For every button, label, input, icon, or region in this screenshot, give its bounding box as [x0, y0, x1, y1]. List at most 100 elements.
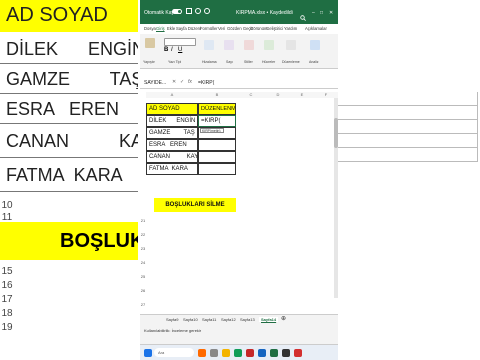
col-header-e[interactable]: E — [290, 92, 315, 98]
cell-a5[interactable]: CANAN KAYA — [146, 151, 198, 163]
comments-button[interactable]: Açıklamalar — [305, 26, 327, 31]
styles-label: Stiller — [244, 60, 253, 64]
cell-b6[interactable] — [198, 163, 236, 175]
sheet-tab[interactable]: Sayfa10 — [183, 317, 198, 322]
minimize-icon[interactable]: – — [312, 10, 315, 16]
bg-row-number: 10 — [1, 200, 13, 211]
windows-icon[interactable] — [144, 349, 152, 357]
status-text: Kullanılabilirlik: İnceleme gerekir — [144, 328, 202, 333]
app-icon[interactable] — [282, 349, 290, 357]
sheet-tab[interactable]: Sayfa9 — [166, 317, 178, 322]
font-box[interactable] — [164, 38, 196, 46]
status-bar: Kullanılabilirlik: İnceleme gerekir — [140, 324, 338, 344]
sheet-tab-active[interactable]: Sayfa14 — [259, 317, 279, 322]
cell-a2[interactable]: DİLEK ENGİN — [146, 115, 198, 127]
paste-label: Yapıştır — [143, 60, 155, 64]
bg-row-number: 15 — [1, 266, 13, 277]
sheet-tab[interactable]: Sayfa11 — [202, 317, 216, 322]
scroll-thumb[interactable] — [334, 118, 338, 148]
row-number[interactable]: 21 — [140, 218, 146, 223]
sheet-tab[interactable]: Sayfa12 — [221, 317, 236, 322]
tab-sayfa-duzeni[interactable]: Sayfa Düzeni — [176, 26, 201, 31]
sheet-grid: A B C D E F AD SOYAD DÜZENLENMİŞ DİLEK E… — [140, 92, 338, 314]
redo-icon[interactable] — [204, 8, 210, 14]
add-sheet-icon[interactable]: ⊕ — [281, 315, 286, 322]
tab-gelistirici[interactable]: Geliştirici — [266, 26, 283, 31]
font-label: Yazı Tipi — [168, 60, 182, 64]
app-icon[interactable] — [258, 349, 266, 357]
tab-veri[interactable]: Veri — [218, 26, 225, 31]
banner-cell[interactable]: BOŞLUKLARI SİLME — [154, 198, 236, 212]
row-number[interactable]: 26 — [140, 288, 146, 293]
sheet-tab[interactable]: Sayfa13 — [240, 317, 255, 322]
name-box[interactable]: SAYIDE... — [144, 80, 166, 86]
analyze-icon[interactable] — [310, 40, 320, 50]
cell-a3[interactable]: GAMZE TAŞ — [146, 127, 198, 139]
col-header-a[interactable]: A — [146, 92, 199, 98]
tab-ekle[interactable]: Ekle — [167, 26, 175, 31]
bg-row: GAMZE TAŞ — [0, 64, 138, 94]
autosave-toggle[interactable] — [172, 9, 182, 14]
close-icon[interactable]: ✕ — [329, 10, 333, 16]
function-icon[interactable]: fx — [188, 79, 192, 85]
app-icon[interactable] — [198, 349, 206, 357]
taskbar: Ara — [140, 344, 338, 360]
analyze-label: Analiz — [309, 60, 319, 64]
enter-icon[interactable]: ✓ — [180, 79, 184, 85]
folder-icon[interactable] — [222, 349, 230, 357]
undo-icon[interactable] — [195, 8, 201, 14]
tab-gorunum[interactable]: Görünüm — [250, 26, 267, 31]
row-number[interactable]: 24 — [140, 260, 146, 265]
align-label: Hizalama — [202, 60, 217, 64]
bg-row-number: 16 — [1, 280, 13, 291]
app-icon[interactable] — [246, 349, 254, 357]
row-number[interactable]: 25 — [140, 274, 146, 279]
paste-icon[interactable] — [145, 38, 155, 48]
cancel-icon[interactable]: ✕ — [172, 79, 176, 85]
underline-icon[interactable]: U — [178, 47, 182, 53]
cell-a6[interactable]: FATMA KARA — [146, 163, 198, 175]
row-number[interactable]: 22 — [140, 232, 146, 237]
cell-b5[interactable] — [198, 151, 236, 163]
cell-a4[interactable]: ESRA EREN — [146, 139, 198, 151]
tab-gozden-gecir[interactable]: Gözden Geçir — [227, 26, 253, 31]
col-header-b[interactable]: B — [198, 92, 237, 98]
bg-row: DİLEK ENGİN — [0, 34, 138, 64]
tab-formuller[interactable]: Formüller — [200, 26, 218, 31]
app-icon[interactable] — [294, 349, 302, 357]
bg-row-number: 11 — [1, 212, 13, 223]
number-format-icon[interactable] — [224, 40, 234, 50]
row-number[interactable]: 23 — [140, 246, 146, 251]
title-bar: Otomatik Kaydet KIRPMA.xlsx • Kaydedildi… — [140, 0, 338, 24]
cell-b1[interactable]: DÜZENLENMİŞ — [198, 103, 236, 115]
taskbar-search[interactable]: Ara — [154, 348, 194, 357]
col-header-c[interactable]: C — [236, 92, 267, 98]
cell-b4[interactable] — [198, 139, 236, 151]
bg-header-label: AD SOYAD — [6, 4, 108, 26]
tab-yardim[interactable]: Yardım — [284, 26, 297, 31]
tab-dosya[interactable]: Dosya — [144, 26, 156, 31]
italic-icon[interactable]: I — [171, 47, 173, 53]
bg-header: AD SOYAD — [0, 0, 138, 32]
ribbon-tabs: Dosya Giriş Ekle Sayfa Düzeni Formüller … — [140, 24, 338, 34]
bold-icon[interactable]: B — [164, 47, 168, 53]
chrome-icon[interactable] — [234, 349, 242, 357]
save-icon[interactable] — [186, 8, 192, 14]
align-icon[interactable] — [204, 40, 214, 50]
excel-icon[interactable] — [270, 349, 278, 357]
formula-input[interactable]: =KIRP( — [198, 80, 214, 86]
cells-icon[interactable] — [264, 40, 274, 50]
maximize-icon[interactable]: □ — [320, 10, 323, 16]
tab-giris[interactable]: Giriş — [156, 26, 165, 31]
editing-icon[interactable] — [286, 40, 296, 50]
app-icon[interactable] — [210, 349, 218, 357]
cell-b2-editing[interactable]: =KIRP( — [198, 115, 236, 127]
cell-a1[interactable]: AD SOYAD — [146, 103, 198, 115]
vertical-scrollbar[interactable] — [334, 98, 338, 298]
row-number[interactable]: 27 — [140, 302, 146, 307]
bg-row: ESRA EREN — [0, 94, 138, 124]
search-icon[interactable] — [300, 8, 306, 21]
col-header-d[interactable]: D — [266, 92, 291, 98]
styles-icon[interactable] — [244, 40, 254, 50]
function-tooltip: KIRP(metin) — [200, 128, 224, 133]
